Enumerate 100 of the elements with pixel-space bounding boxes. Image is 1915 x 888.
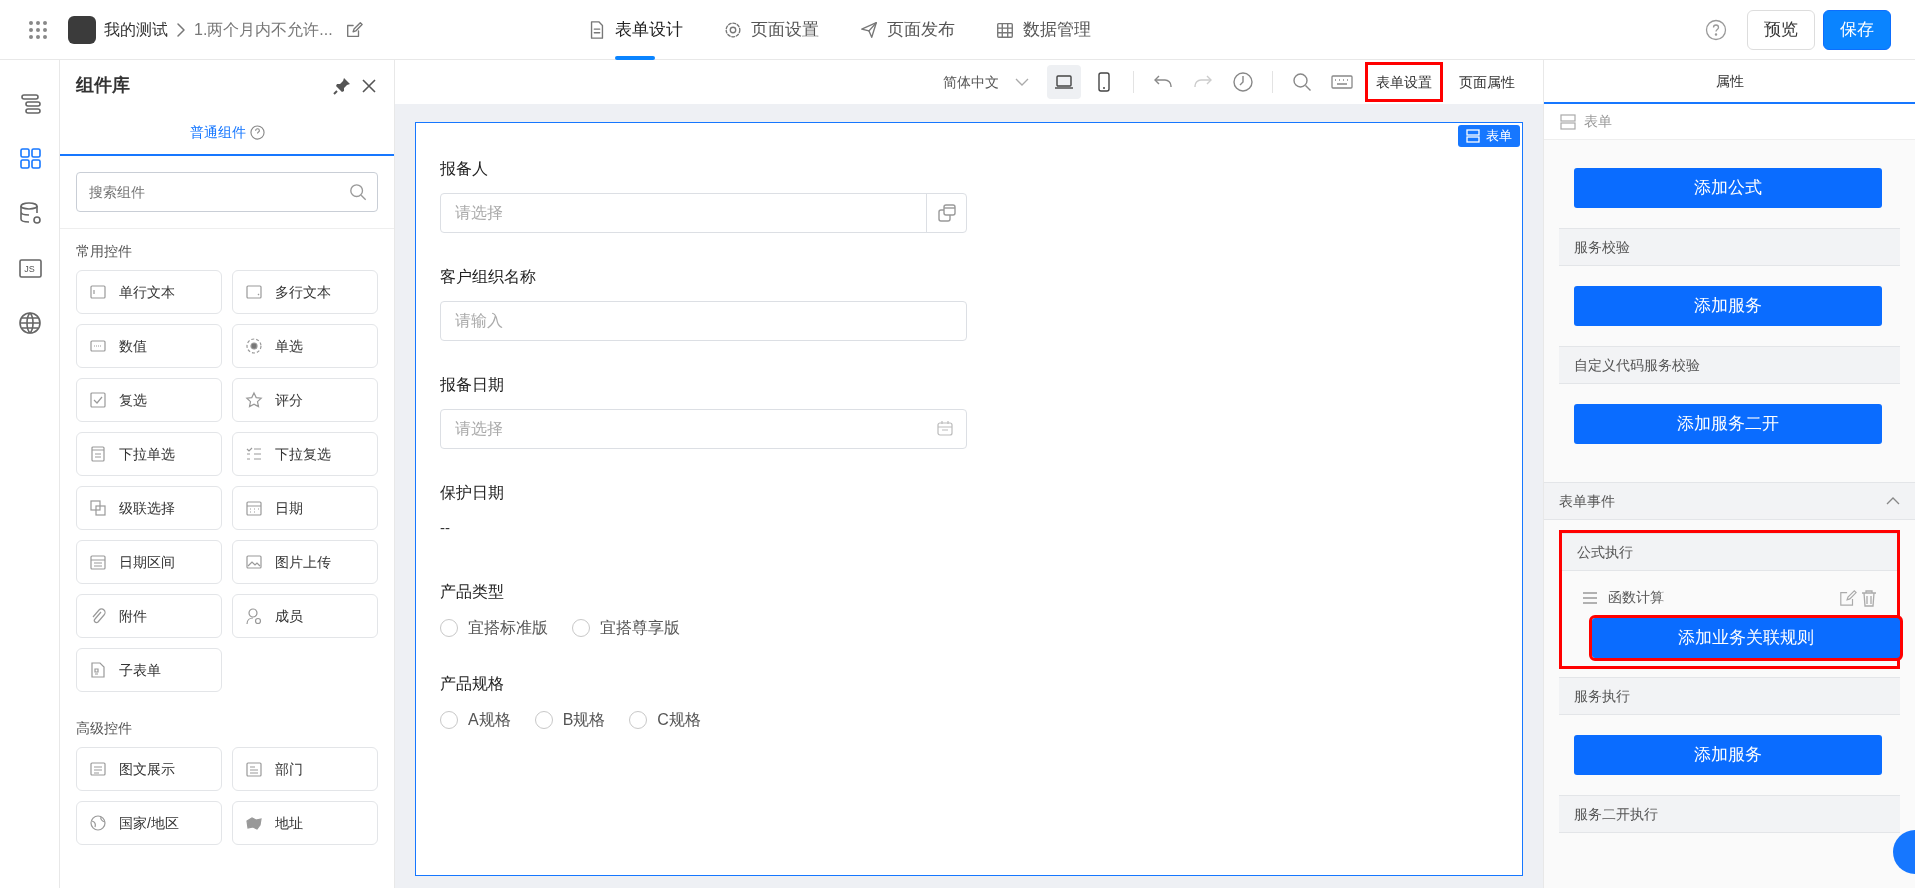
- edit-icon: [344, 21, 363, 40]
- component-item[interactable]: 多行文本: [232, 270, 378, 314]
- page-title: 1.两个月内不允许...: [194, 19, 333, 40]
- js-icon: [17, 256, 42, 280]
- component-item[interactable]: 子表单: [76, 648, 222, 692]
- device-toggle[interactable]: [1047, 65, 1081, 99]
- calendar-icon: [245, 499, 263, 517]
- page-tab[interactable]: 页面发布: [838, 0, 975, 60]
- form-icon: [89, 661, 107, 679]
- add-button[interactable]: 添加公式: [1574, 168, 1882, 208]
- database-icon: [17, 201, 42, 225]
- apps-icon: [28, 20, 48, 41]
- radio-icon: [245, 337, 263, 355]
- caret-icon: [1015, 77, 1029, 87]
- page-tab[interactable]: 页面设置: [702, 0, 839, 60]
- component-item[interactable]: 成员: [232, 594, 378, 638]
- chevron-right-icon: [176, 21, 186, 38]
- department-icon: [245, 760, 263, 778]
- component-item[interactable]: 单选: [232, 324, 378, 368]
- radio-option[interactable]: 宜搭标准版: [440, 615, 548, 640]
- app-name[interactable]: 我的测试: [104, 17, 168, 42]
- field-label: 报备日期: [440, 375, 505, 395]
- keyboard-icon: [1331, 73, 1353, 91]
- sidebar-tab[interactable]: JS: [9, 248, 50, 288]
- field-label: 产品规格: [440, 673, 505, 694]
- component-item[interactable]: 日期区间: [76, 540, 222, 584]
- component-item[interactable]: 日期: [232, 486, 378, 530]
- breadcrumb-item: 表单: [1544, 104, 1915, 140]
- group-title: 常用控件: [76, 242, 133, 261]
- section-title: 服务执行: [1559, 677, 1900, 715]
- help-icon: [1705, 19, 1727, 42]
- checklist-icon: [245, 445, 263, 463]
- radio-option[interactable]: A规格: [440, 707, 511, 732]
- component-item[interactable]: 国家/地区: [76, 801, 222, 845]
- radio-option[interactable]: 宜搭尊享版: [572, 615, 680, 640]
- add-button[interactable]: 添加服务: [1574, 286, 1882, 326]
- settings-tab[interactable]: 页面属性: [1449, 62, 1525, 102]
- add-button[interactable]: 添加服务二开: [1574, 404, 1882, 444]
- text-field-icon: [89, 283, 107, 301]
- component-item[interactable]: 图文展示: [76, 747, 222, 791]
- component-item[interactable]: 地址: [232, 801, 378, 845]
- panel-title: 组件库: [76, 73, 130, 97]
- preview-button[interactable]: 预览: [1747, 9, 1815, 50]
- field-label: 报备人: [440, 159, 489, 179]
- radio-option[interactable]: C规格: [629, 707, 701, 732]
- section-title: 公式执行: [1562, 533, 1897, 571]
- component-item[interactable]: 部门: [232, 747, 378, 791]
- language-dropdown[interactable]: 简体中文: [931, 65, 1041, 99]
- avatar-photo-placeholder: [68, 15, 96, 44]
- component-item[interactable]: 附件: [76, 594, 222, 638]
- close-icon: [360, 76, 378, 95]
- clock-icon: [1232, 71, 1254, 93]
- component-tab[interactable]: 普通组件: [60, 110, 394, 156]
- component-item[interactable]: 下拉单选: [76, 432, 222, 476]
- rail-label: JS: [24, 264, 35, 274]
- add-button[interactable]: 添加业务关联规则: [1592, 618, 1900, 658]
- component-item[interactable]: 评分: [232, 378, 378, 422]
- component-item[interactable]: 图片上传: [232, 540, 378, 584]
- field-label: 保护日期: [440, 483, 505, 503]
- form-icon: [1560, 113, 1576, 130]
- field-label: 产品类型: [440, 581, 505, 602]
- checkbox-icon: [89, 391, 107, 409]
- component-item[interactable]: 复选: [76, 378, 222, 422]
- page-tab[interactable]: 数据管理: [974, 0, 1111, 60]
- rule-name: 函数计算: [1608, 588, 1664, 607]
- field-value: --: [440, 518, 451, 538]
- form-icon: [1466, 128, 1480, 143]
- radio-option[interactable]: B规格: [534, 707, 606, 732]
- article-icon: [89, 760, 107, 778]
- dropdown-icon: [89, 445, 107, 463]
- section-title: 服务校验: [1559, 228, 1900, 266]
- section-title: 自定义代码服务校验: [1559, 346, 1900, 384]
- properties-tab[interactable]: 属性: [1544, 60, 1915, 104]
- grid-icon: [17, 146, 42, 170]
- page-tab[interactable]: 表单设计: [566, 0, 703, 60]
- trash-icon: [1861, 588, 1877, 607]
- send-icon: [858, 19, 879, 40]
- section-title: 服务二开执行: [1559, 795, 1900, 833]
- globe-icon: [89, 814, 107, 832]
- search-icon: [1292, 72, 1312, 92]
- form-badge: 表单: [1458, 125, 1520, 147]
- component-item[interactable]: 数值: [76, 324, 222, 368]
- person-icon: [245, 607, 263, 625]
- search-icon: [349, 183, 367, 201]
- star-icon: [245, 391, 263, 409]
- save-button[interactable]: 保存: [1823, 9, 1891, 50]
- text-area-icon: [245, 283, 263, 301]
- component-item[interactable]: 级联选择: [76, 486, 222, 530]
- edit-icon: [1839, 588, 1857, 607]
- component-item[interactable]: 下拉复选: [232, 432, 378, 476]
- calendar-icon: [89, 553, 107, 571]
- add-button[interactable]: 添加服务: [1574, 735, 1882, 775]
- image-icon: [245, 553, 263, 571]
- calendar-icon: [936, 420, 954, 438]
- component-item[interactable]: 单行文本: [76, 270, 222, 314]
- globe-icon: [17, 311, 42, 335]
- settings-tab[interactable]: 表单设置: [1365, 62, 1443, 102]
- cascade-icon: [89, 499, 107, 517]
- search-box[interactable]: 搜索组件: [76, 172, 378, 212]
- help-icon: [249, 124, 265, 140]
